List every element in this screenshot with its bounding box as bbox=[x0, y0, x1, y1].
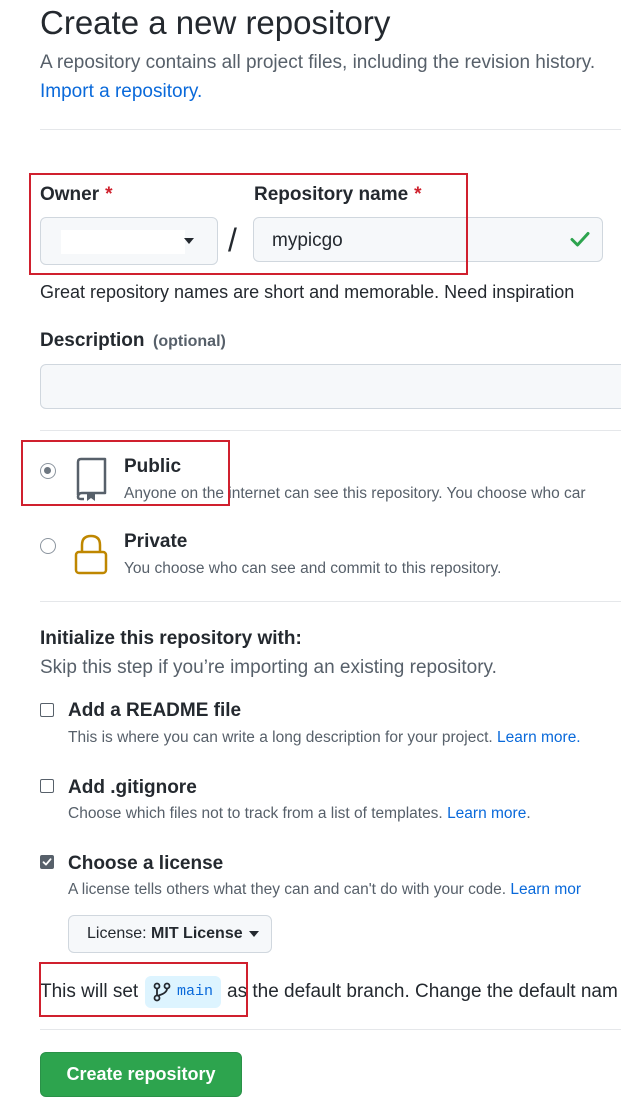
annotation-box-public bbox=[21, 440, 230, 506]
gitignore-description-end: . bbox=[526, 805, 531, 822]
license-button-prefix: License: bbox=[87, 925, 147, 942]
repository-name-hint: Great repository names are short and mem… bbox=[40, 282, 575, 302]
page-title: Create a new repository bbox=[40, 4, 391, 41]
license-learn-more-link[interactable]: Learn mor bbox=[510, 881, 581, 898]
gitignore-description-text: Choose which files not to track from a l… bbox=[68, 805, 443, 822]
check-icon bbox=[570, 232, 590, 247]
license-title: Choose a license bbox=[68, 853, 224, 874]
lock-icon bbox=[74, 534, 108, 575]
private-description: You choose who can see and commit to thi… bbox=[124, 560, 502, 577]
readme-checkbox[interactable] bbox=[40, 703, 54, 717]
description-label-text: Description bbox=[40, 330, 145, 351]
create-repository-button[interactable]: Create repository bbox=[40, 1052, 242, 1097]
private-radio[interactable] bbox=[40, 538, 56, 554]
import-repository-link[interactable]: Import a repository. bbox=[40, 81, 202, 103]
divider bbox=[40, 430, 621, 431]
readme-learn-more-link[interactable]: Learn more. bbox=[497, 729, 581, 746]
caret-down-icon bbox=[249, 930, 260, 937]
gitignore-checkbox[interactable] bbox=[40, 779, 54, 793]
private-title: Private bbox=[124, 531, 188, 552]
license-checkbox[interactable] bbox=[40, 855, 54, 869]
license-description-text: A license tells others what they can and… bbox=[68, 881, 507, 898]
license-select-button[interactable]: License: MIT License bbox=[68, 915, 272, 953]
readme-description-text: This is where you can write a long descr… bbox=[68, 729, 493, 746]
license-description: A license tells others what they can and… bbox=[68, 881, 581, 899]
description-input[interactable] bbox=[40, 364, 621, 409]
readme-description: This is where you can write a long descr… bbox=[68, 729, 581, 747]
gitignore-title: Add .gitignore bbox=[68, 777, 197, 798]
optional-tag: (optional) bbox=[152, 333, 226, 350]
annotation-box-branch bbox=[39, 962, 248, 1017]
divider bbox=[40, 1029, 621, 1030]
initialize-heading: Initialize this repository with: bbox=[40, 628, 302, 649]
default-branch-suffix: as the default branch. Change the defaul… bbox=[227, 981, 618, 1002]
gitignore-description: Choose which files not to track from a l… bbox=[68, 805, 531, 823]
readme-title: Add a README file bbox=[68, 700, 242, 721]
gitignore-learn-more-link[interactable]: Learn more bbox=[447, 805, 526, 822]
checkmark-icon bbox=[42, 858, 52, 866]
annotation-box-owner-repo bbox=[29, 173, 468, 275]
page-subtitle: A repository contains all project files,… bbox=[40, 52, 596, 73]
license-button-value: MIT License bbox=[151, 925, 243, 942]
description-label: Description (optional) bbox=[40, 330, 226, 352]
initialize-subheading: Skip this step if you’re importing an ex… bbox=[40, 657, 497, 678]
divider bbox=[40, 601, 621, 602]
divider bbox=[40, 129, 621, 130]
